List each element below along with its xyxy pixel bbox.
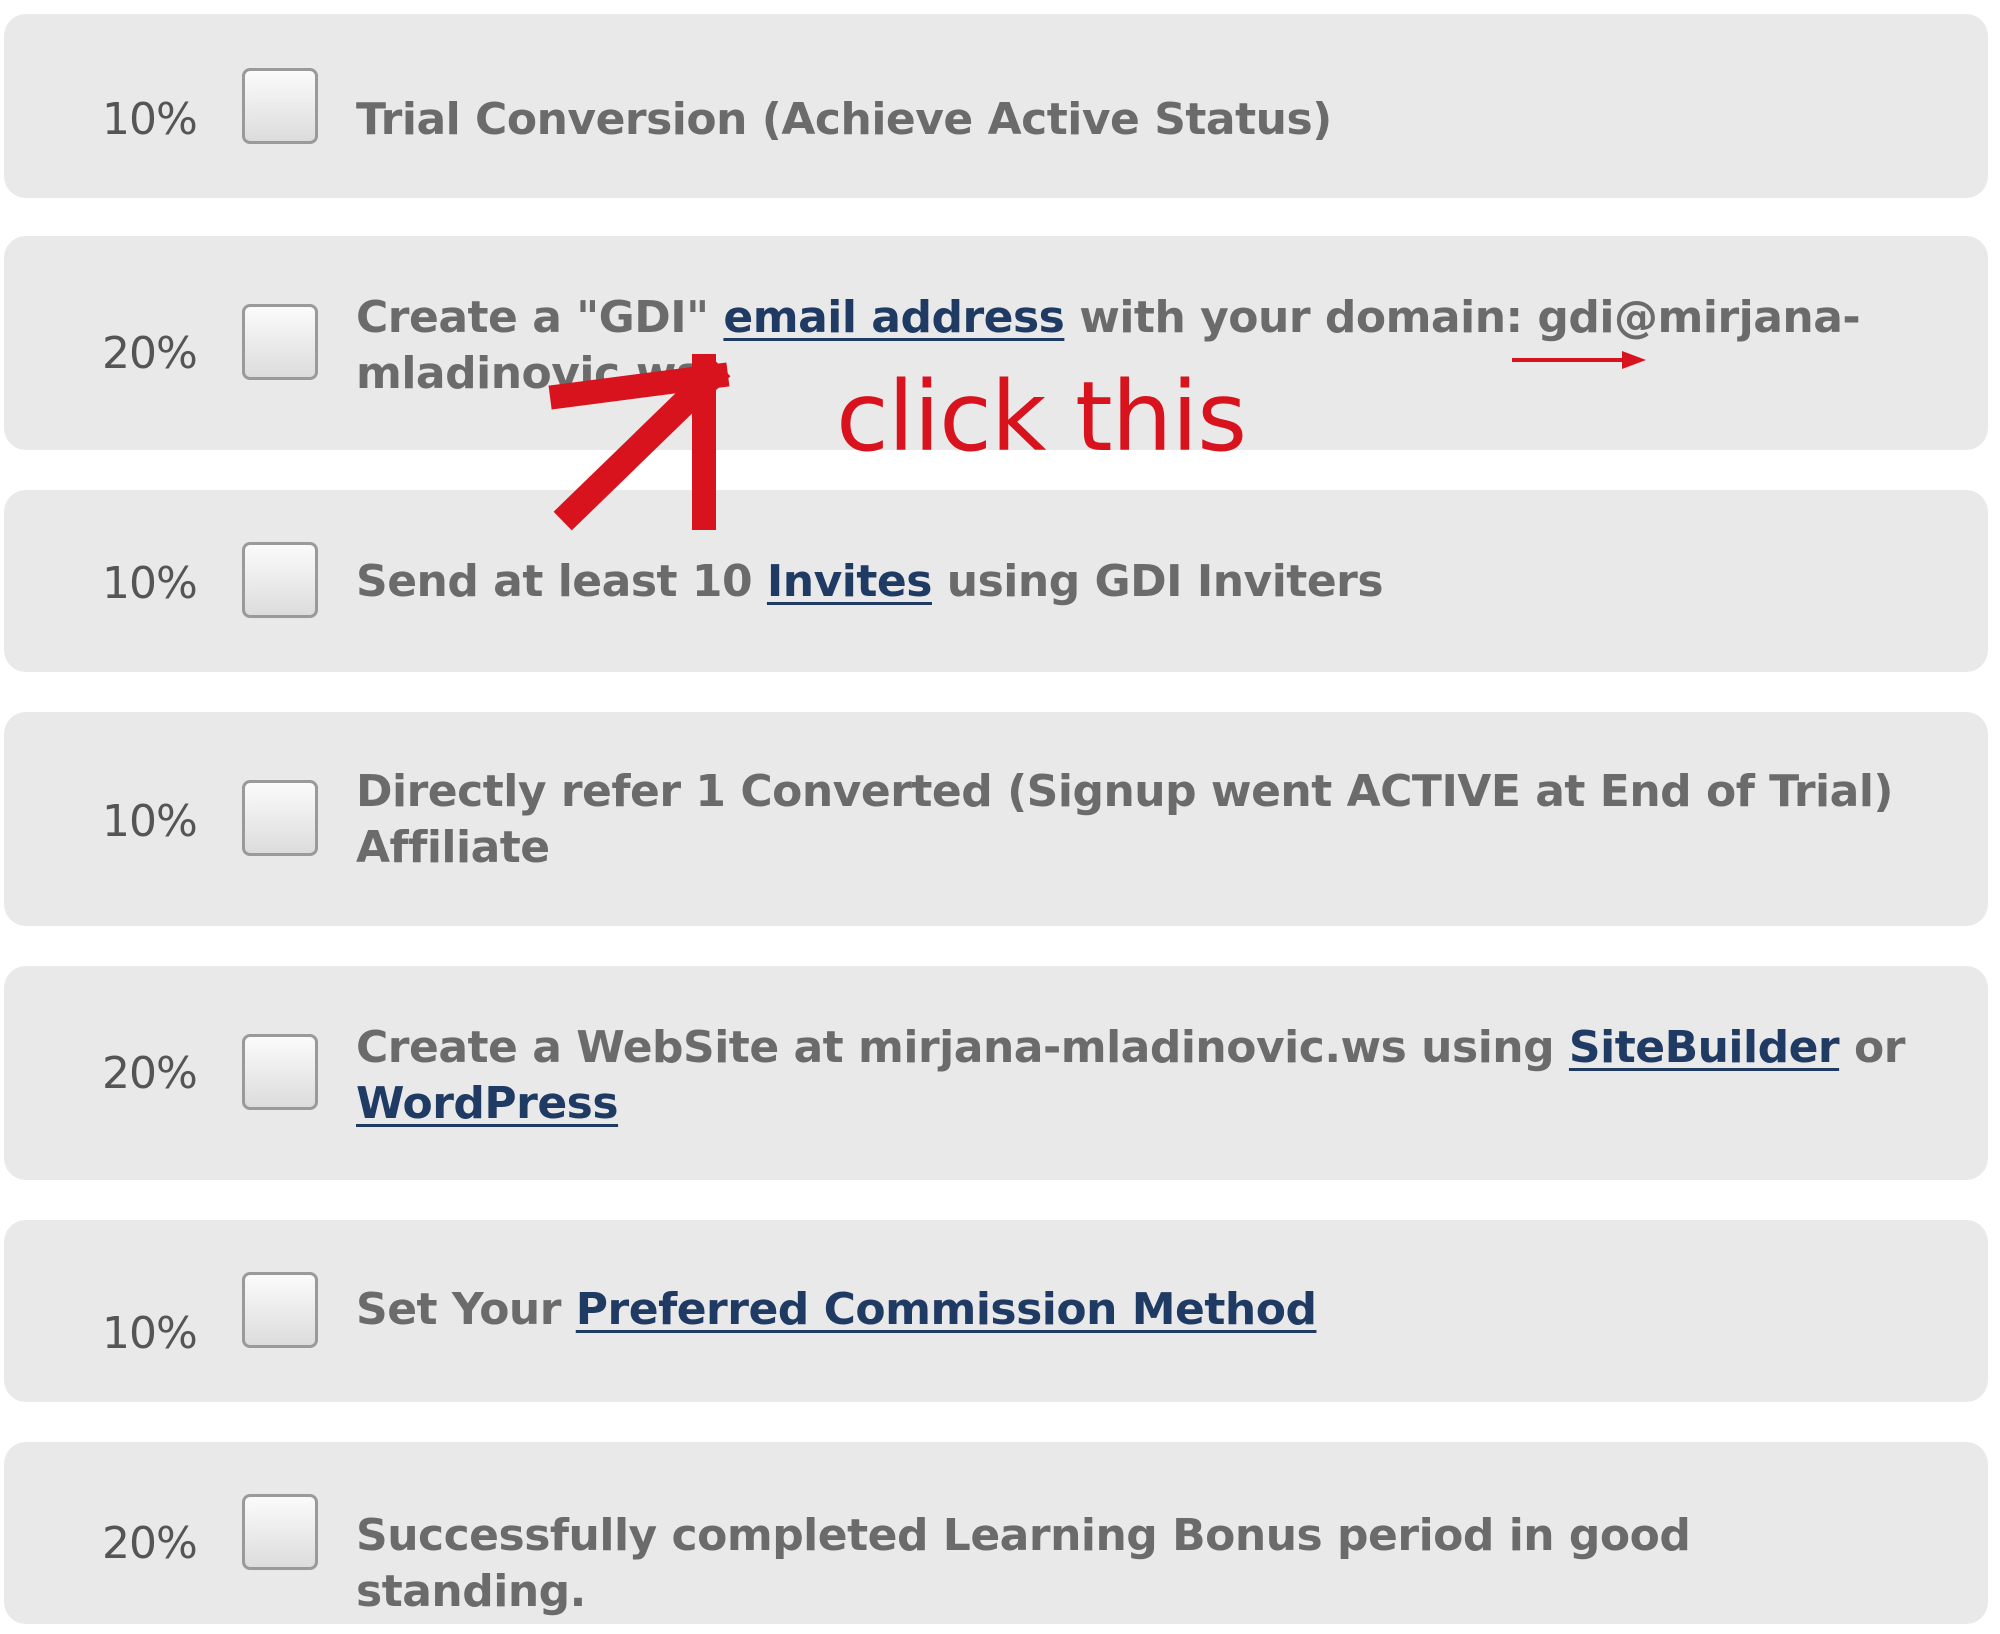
email-address-link[interactable]: email address [723, 292, 1064, 343]
task-percent: 10% [102, 796, 198, 847]
task-row-refer-affiliate: 10% Directly refer 1 Converted (Signup w… [4, 712, 1988, 926]
task-percent: 10% [102, 94, 198, 145]
task-checkbox[interactable] [242, 1494, 318, 1570]
sitebuilder-link[interactable]: SiteBuilder [1569, 1022, 1840, 1073]
task-text: or [1839, 1022, 1905, 1073]
task-description: Send at least 10 Invites using GDI Invit… [356, 554, 1916, 610]
task-percent: 10% [102, 1308, 198, 1359]
task-percent: 20% [102, 328, 198, 379]
invites-link[interactable]: Invites [767, 556, 933, 607]
task-checkbox[interactable] [242, 1272, 318, 1348]
task-text: Create a "GDI" [356, 292, 724, 343]
task-row-learning-bonus: 20% Successfully completed Learning Bonu… [4, 1442, 1988, 1624]
task-description: Trial Conversion (Achieve Active Status) [356, 92, 1916, 148]
task-text: Send at least 10 [356, 556, 767, 607]
click-this-annotation: click this [836, 361, 1247, 473]
task-description: Create a WebSite at mirjana-mladinovic.w… [356, 1020, 1916, 1132]
task-row-commission-method: 10% Set Your Preferred Commission Method [4, 1220, 1988, 1402]
task-text: Trial Conversion (Achieve Active Status) [356, 94, 1332, 145]
task-checkbox[interactable] [242, 780, 318, 856]
task-row-website: 20% Create a WebSite at mirjana-mladinov… [4, 966, 1988, 1180]
task-percent: 20% [102, 1518, 198, 1569]
task-checkbox[interactable] [242, 542, 318, 618]
task-text: Set Your [356, 1284, 576, 1335]
task-description: Directly refer 1 Converted (Signup went … [356, 764, 1916, 876]
task-text: Create a WebSite at mirjana-mladinovic.w… [356, 1022, 1569, 1073]
task-checkbox[interactable] [242, 68, 318, 144]
task-checkbox[interactable] [242, 1034, 318, 1110]
task-text: using GDI Inviters [931, 556, 1384, 607]
task-percent: 20% [102, 1048, 198, 1099]
task-text: Directly refer 1 Converted (Signup went … [356, 766, 1894, 873]
task-description: Successfully completed Learning Bonus pe… [356, 1508, 1916, 1620]
task-checklist: 10% Trial Conversion (Achieve Active Sta… [0, 0, 2000, 1634]
task-description: Set Your Preferred Commission Method [356, 1282, 1916, 1338]
task-text: Successfully completed Learning Bonus pe… [356, 1510, 1691, 1617]
task-percent: 10% [102, 558, 198, 609]
task-checkbox[interactable] [242, 304, 318, 380]
task-row-trial-conversion: 10% Trial Conversion (Achieve Active Sta… [4, 14, 1988, 198]
task-row-invites: 10% Send at least 10 Invites using GDI I… [4, 490, 1988, 672]
preferred-commission-method-link[interactable]: Preferred Commission Method [576, 1284, 1317, 1335]
wordpress-link[interactable]: WordPress [356, 1078, 619, 1129]
